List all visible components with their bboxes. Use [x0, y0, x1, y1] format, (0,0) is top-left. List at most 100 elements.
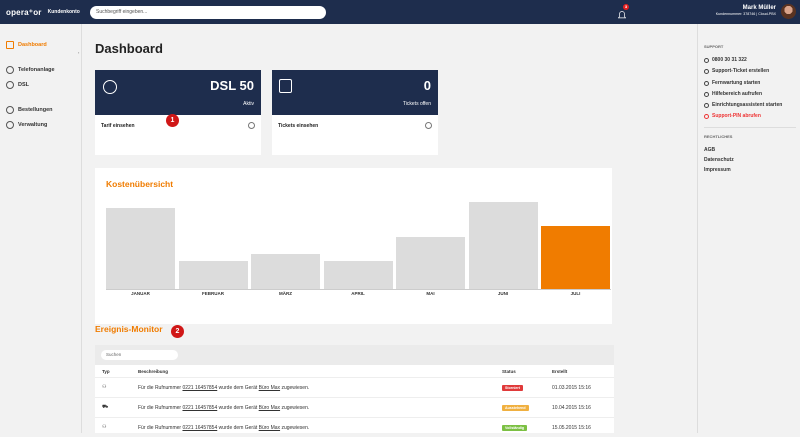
description: Für die Rufnummer 0221 16457854 wurde de…: [138, 385, 310, 391]
phone-icon: [6, 66, 14, 74]
bar-label: APRIL: [351, 291, 365, 296]
divider: [704, 127, 796, 128]
sidebar-item-dsl[interactable]: DSL: [6, 81, 29, 89]
created-date: 15.05.2015 15:16: [552, 425, 591, 431]
tickets-link[interactable]: Tickets einsehen: [272, 115, 438, 155]
bar-label: MAI: [426, 291, 435, 296]
status-badge: Storniert: [502, 385, 523, 391]
bell-icon: [617, 11, 627, 19]
arrow-right-icon: [248, 122, 255, 129]
marker-2: 2: [171, 325, 184, 338]
support-label: Fernwartung starten: [712, 80, 761, 86]
chart-baseline: [106, 289, 611, 290]
sidebar-item-bestellungen[interactable]: Bestellungen: [6, 106, 53, 114]
table-row[interactable]: ⚇ Für die Rufnummer 0221 16457854 wurde …: [95, 417, 614, 437]
phone-icon: [103, 80, 117, 94]
status-badge: Vollständig: [502, 425, 528, 431]
sidebar-item-dashboard[interactable]: Dashboard: [6, 41, 47, 49]
remote-maintenance-link[interactable]: Fernwartung starten: [704, 80, 760, 86]
support-label: Support-Ticket erstellen: [712, 68, 770, 74]
search-input[interactable]: Suchbegriff eingeben...: [90, 6, 326, 19]
support-pin-link[interactable]: Support-PIN abrufen: [704, 113, 761, 119]
bar-januar[interactable]: [106, 208, 175, 289]
support-label: Hilfebereich aufrufen: [712, 91, 763, 97]
bar-februar[interactable]: [178, 261, 248, 289]
card-link-label: Tickets einsehen: [278, 123, 319, 129]
user-icon: [6, 121, 14, 129]
status-badge: Ausstehend: [502, 405, 529, 411]
wrench-icon: [704, 102, 709, 108]
bar-mai[interactable]: [396, 236, 465, 289]
card-status: Tickets offen: [402, 101, 431, 107]
user-icon: ⚇: [102, 424, 107, 430]
bar-label: FEBRUAR: [202, 291, 224, 296]
logo-area[interactable]: opera⁺or Kundenkonto: [0, 0, 84, 24]
sidebar-item-telefonanlage[interactable]: Telefonanlage: [6, 66, 55, 74]
main-content: Dashboard DSL 50 Aktiv Tarif einsehen 1 …: [82, 24, 697, 433]
notification-bell-icon[interactable]: 3: [617, 4, 629, 19]
agb-link[interactable]: AGB: [704, 147, 715, 153]
support-hotline[interactable]: 0800 30 31 322: [704, 57, 747, 63]
dashboard-icon: [6, 41, 14, 49]
tariff-card: DSL 50 Aktiv Tarif einsehen: [95, 70, 261, 155]
card-value: 0: [423, 78, 431, 93]
support-label: 0800 30 31 322: [712, 57, 747, 63]
right-sidebar: SUPPORT 0800 30 31 322 Support-Ticket er…: [697, 24, 800, 433]
bar-label: JANUAR: [131, 291, 150, 296]
wifi-icon: [6, 81, 14, 89]
sidebar: ‹ Dashboard Telefonanlage DSL Bestellung…: [0, 24, 82, 433]
support-label: Einrichtungsassistent starten: [712, 102, 783, 108]
bar-juni[interactable]: [468, 201, 538, 289]
ticket-icon: [704, 68, 709, 74]
card-value: DSL 50: [210, 78, 254, 93]
events-title: Ereignis-Monitor: [95, 324, 163, 334]
chart-title: Kostenübersicht: [106, 179, 174, 189]
sidebar-item-label: DSL: [18, 82, 29, 88]
star-icon: [6, 106, 14, 114]
card-header: 0 Tickets offen: [272, 70, 438, 115]
top-bar: opera⁺or Kundenkonto Suchbegriff eingebe…: [0, 0, 800, 24]
privacy-link[interactable]: Datenschutz: [704, 157, 734, 163]
help-link[interactable]: Hilfebereich aufrufen: [704, 91, 762, 97]
user-menu[interactable]: Mark Müller Kundennummer: 378746 | Cloud…: [716, 5, 776, 16]
col-header-type: Typ: [102, 369, 110, 374]
card-status: Aktiv: [243, 101, 254, 107]
user-icon: ⚇: [102, 384, 107, 390]
support-ticket-link[interactable]: Support-Ticket erstellen: [704, 68, 769, 74]
user-name: Mark Müller: [742, 5, 776, 11]
logo: opera⁺or: [6, 7, 42, 17]
marker-1: 1: [166, 114, 179, 127]
bar-märz[interactable]: [251, 253, 320, 289]
phone-icon: [704, 57, 709, 63]
bar-juli[interactable]: [541, 226, 610, 289]
col-header-description: Beschreibung: [138, 369, 169, 374]
table-row[interactable]: ⚇ Für die Rufnummer 0221 16457854 wurde …: [95, 377, 614, 397]
sidebar-item-label: Telefonanlage: [18, 67, 55, 73]
ticket-icon: [279, 79, 292, 93]
shield-icon: [704, 113, 709, 119]
page-title: Dashboard: [95, 41, 163, 56]
table-row[interactable]: ⛟ Für die Rufnummer 0221 16457854 wurde …: [95, 397, 614, 417]
bar-label: JULI: [570, 291, 581, 296]
col-header-created: Erstellt: [552, 369, 568, 374]
avatar[interactable]: [781, 4, 796, 19]
notification-count-badge: 3: [623, 4, 629, 10]
setup-assistant-link[interactable]: Einrichtungsassistent starten: [704, 102, 782, 108]
sidebar-item-verwaltung[interactable]: Verwaltung: [6, 121, 47, 129]
legal-heading: RECHTLICHES: [704, 134, 733, 139]
app-name: Kundenkonto: [47, 9, 80, 15]
support-heading: SUPPORT: [704, 44, 724, 49]
sidebar-item-label: Dashboard: [18, 42, 47, 48]
help-icon: [704, 91, 709, 97]
bar-label: JUNI: [497, 291, 509, 296]
table-search-input[interactable]: Suchen: [101, 350, 178, 360]
sidebar-item-label: Bestellungen: [18, 107, 53, 113]
collapse-sidebar-icon[interactable]: ‹: [78, 50, 79, 55]
bar-label: MÄRZ: [279, 291, 292, 296]
tickets-card: 0 Tickets offen Tickets einsehen: [272, 70, 438, 155]
imprint-link[interactable]: Impressum: [704, 167, 731, 173]
support-label: Support-PIN abrufen: [712, 113, 761, 119]
col-header-status: Status: [502, 369, 516, 374]
arrow-right-icon: [425, 122, 432, 129]
bar-april[interactable]: [323, 261, 393, 289]
